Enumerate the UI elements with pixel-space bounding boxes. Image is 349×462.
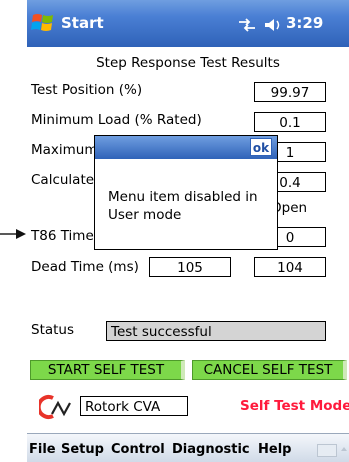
title-bar: Start 3:29 — [27, 0, 349, 47]
menu-diagnostic[interactable]: Diagnostic — [172, 442, 250, 457]
status-field: Test successful — [106, 321, 326, 341]
menu-file[interactable]: File — [29, 442, 56, 457]
menu-help[interactable]: Help — [258, 442, 291, 457]
chevron-up-icon[interactable] — [341, 446, 347, 452]
message-dialog: ok Menu item disabled in User mode — [94, 135, 278, 250]
dialog-ok-button[interactable]: ok — [250, 138, 272, 156]
start-self-test-button[interactable]: START SELF TEST — [30, 360, 185, 380]
dead-time-field-a[interactable]: 105 — [149, 257, 231, 277]
keyboard-icon[interactable] — [317, 444, 337, 457]
pointer-arrow-icon — [0, 229, 26, 239]
page-title: Step Response Test Results — [96, 55, 280, 71]
volume-icon[interactable] — [264, 17, 282, 33]
menu-bar: File Setup Control Diagnostic Help — [27, 433, 349, 462]
dead-time-field-b[interactable]: 104 — [254, 257, 326, 277]
calculated-label: Calculate — [31, 172, 95, 188]
menu-setup[interactable]: Setup — [61, 442, 104, 457]
cancel-self-test-button[interactable]: CANCEL SELF TEST — [192, 360, 347, 380]
t86-time-label: T86 Time — [31, 228, 94, 244]
menu-control[interactable]: Control — [111, 442, 165, 457]
min-load-field[interactable]: 0.1 — [254, 112, 326, 132]
windows-start-icon[interactable] — [31, 11, 55, 35]
clock[interactable]: 3:29 — [286, 14, 323, 32]
test-position-field[interactable]: 99.97 — [254, 82, 326, 102]
connectivity-icon[interactable] — [237, 18, 257, 32]
device-name-field: Rotork CVA — [80, 396, 188, 416]
dialog-title-bar: ok — [95, 136, 277, 159]
rotork-logo-icon — [39, 395, 71, 419]
device-screen: Start 3:29 Step Response Test Results Te… — [27, 0, 349, 462]
test-position-label: Test Position (%) — [31, 82, 143, 98]
dead-time-label: Dead Time (ms) — [31, 259, 139, 275]
mode-label: Self Test Mode — [240, 398, 349, 414]
status-label: Status — [31, 322, 75, 338]
dialog-message: Menu item disabled in User mode — [108, 189, 258, 223]
start-label[interactable]: Start — [61, 14, 104, 32]
min-load-label: Minimum Load (% Rated) — [31, 112, 202, 128]
maximum-label: Maximum — [31, 142, 98, 158]
